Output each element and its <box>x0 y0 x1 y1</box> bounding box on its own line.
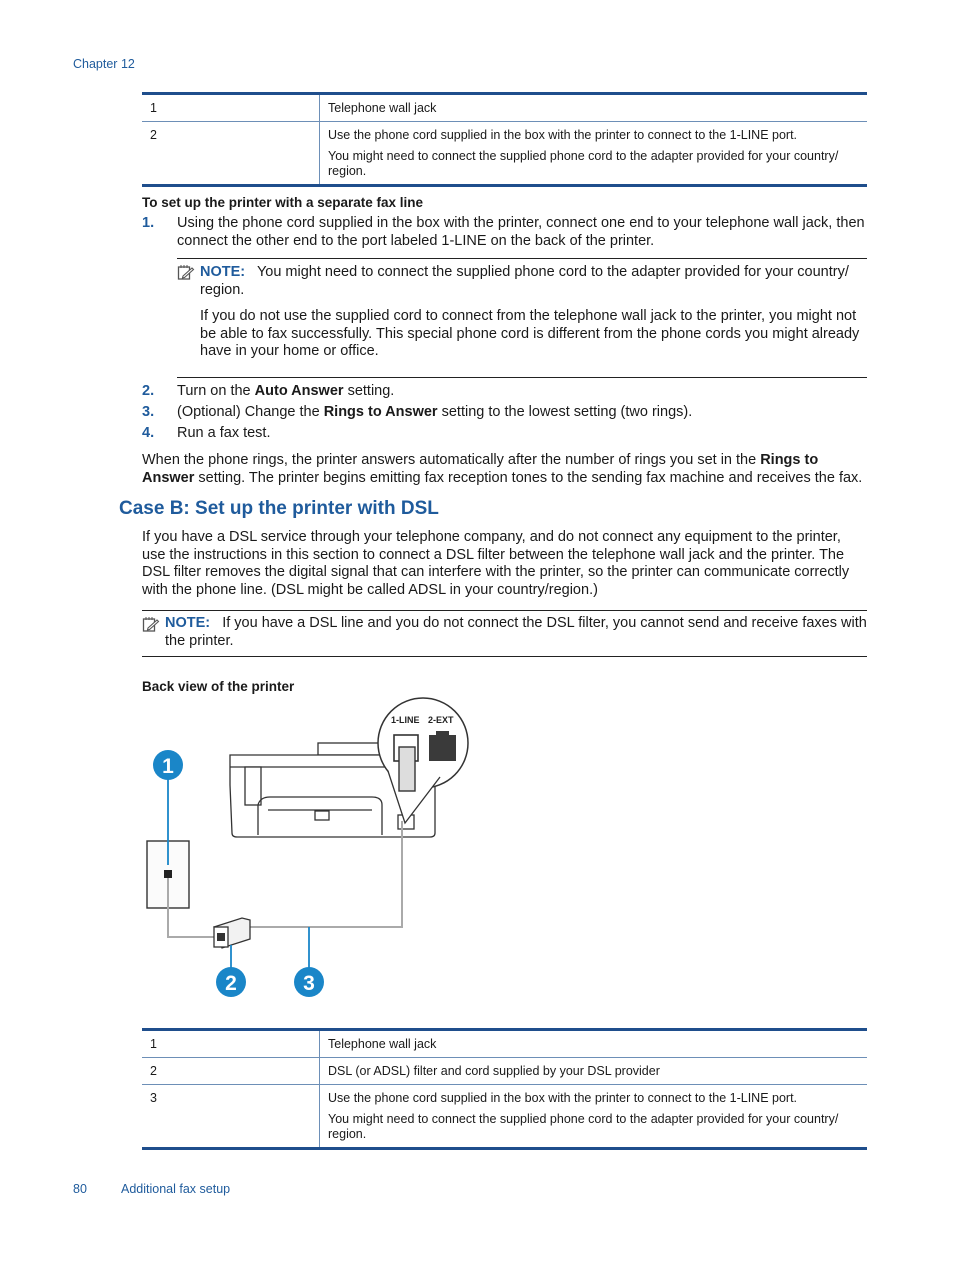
row-description: Telephone wall jack <box>320 1030 868 1058</box>
table-row: 2 DSL (or ADSL) filter and cord supplied… <box>142 1057 867 1085</box>
intro-paragraph: If you have a DSL service through your t… <box>142 529 850 598</box>
figure-title: Back view of the printer <box>142 679 295 694</box>
table-row: 1 Telephone wall jack <box>142 1029 868 1058</box>
text: (Optional) Change the <box>177 404 324 420</box>
callout-1: 1 <box>153 750 183 780</box>
step-text: Turn on the Auto Answer setting. <box>177 383 867 401</box>
note-paragraph: NOTE: If you have a DSL line and you do … <box>165 615 867 650</box>
note-box-2: NOTE: If you have a DSL line and you do … <box>142 610 867 657</box>
row-text: Use the phone cord supplied in the box w… <box>328 1091 798 1105</box>
step-text: (Optional) Change the Rings to Answer se… <box>177 404 867 422</box>
port-label-2-ext: 2-EXT <box>428 715 454 725</box>
step-number: 3. <box>142 404 155 420</box>
page-number: 80 <box>73 1182 87 1196</box>
step-text: Run a fax test. <box>177 425 271 441</box>
row-number: 2 <box>142 1057 320 1085</box>
note-icon <box>177 265 195 280</box>
text: Turn on the <box>177 383 255 399</box>
procedure-title: To set up the printer with a separate fa… <box>142 195 424 210</box>
port-label-1-line: 1-LINE <box>391 715 420 725</box>
row-number: 1 <box>142 1029 320 1058</box>
table-row: 2 Use the phone cord supplied in the box… <box>142 121 867 186</box>
running-head: Chapter 12 <box>73 57 135 71</box>
result-paragraph: When the phone rings, the printer answer… <box>142 452 867 487</box>
row-text: You might need to connect the supplied p… <box>328 149 839 178</box>
callout-2: 2 <box>216 967 246 997</box>
note-text: You might need to connect the supplied p… <box>200 264 849 298</box>
row-description: DSL (or ADSL) filter and cord supplied b… <box>319 1057 867 1085</box>
legend-table-2: 1 Telephone wall jack 2 DSL (or ADSL) fi… <box>142 1028 867 1150</box>
callout-number: 2 <box>225 972 237 995</box>
row-text: DSL (or ADSL) filter and cord supplied b… <box>328 1064 660 1078</box>
text: setting to the lowest setting (two rings… <box>437 404 693 420</box>
printer-back-view-diagram: 1-LINE 2-EXT 1 2 3 <box>146 697 469 997</box>
note-box-1: NOTE: You might need to connect the supp… <box>177 258 867 378</box>
row-text: Telephone wall jack <box>328 1037 437 1051</box>
row-description: Use the phone cord supplied in the box w… <box>319 121 867 186</box>
step-2: 2. Turn on the Auto Answer setting. <box>142 383 867 401</box>
step-3: 3. (Optional) Change the Rings to Answer… <box>142 404 867 422</box>
step-4: 4. Run a fax test. <box>142 425 867 443</box>
row-number: 2 <box>142 121 320 186</box>
setting-name: Auto Answer <box>254 383 344 399</box>
dsl-filter <box>213 917 251 949</box>
callout-3: 3 <box>294 967 324 997</box>
row-description: Use the phone cord supplied in the box w… <box>319 1084 867 1149</box>
legend-table-1: 1 Telephone wall jack 2 Use the phone co… <box>142 92 867 187</box>
step-number: 1. <box>142 215 155 231</box>
row-text: You might need to connect the supplied p… <box>328 1112 839 1141</box>
row-text: Use the phone cord supplied in the box w… <box>328 128 798 142</box>
section-heading: Case B: Set up the printer with DSL <box>119 498 439 519</box>
callout-number: 1 <box>162 755 174 778</box>
row-text: Telephone wall jack <box>328 101 437 115</box>
table-row: 1 Telephone wall jack <box>142 93 868 122</box>
text: setting. The printer begins emitting fax… <box>194 469 863 486</box>
text: setting. <box>343 383 395 399</box>
callout-number: 3 <box>303 972 315 995</box>
step-text: Using the phone cord supplied in the box… <box>177 215 865 249</box>
note-paragraph-2: If you do not use the supplied cord to c… <box>200 308 860 359</box>
note-label: NOTE: <box>165 615 211 631</box>
step-1: 1. Using the phone cord supplied in the … <box>142 215 867 250</box>
note-icon <box>142 617 160 632</box>
setting-name: Rings to Answer <box>323 404 438 420</box>
text: When the phone rings, the printer answer… <box>142 452 761 468</box>
table-row: 3 Use the phone cord supplied in the box… <box>142 1084 867 1149</box>
row-description: Telephone wall jack <box>320 94 868 122</box>
note-label: NOTE: <box>200 264 246 280</box>
note-text: If you have a DSL line and you do not co… <box>165 615 867 649</box>
note-paragraph: NOTE: You might need to connect the supp… <box>200 264 867 299</box>
step-number: 2. <box>142 383 155 399</box>
step-number: 4. <box>142 425 155 441</box>
footer-section: Additional fax setup <box>121 1182 231 1196</box>
row-number: 3 <box>142 1084 320 1149</box>
row-number: 1 <box>142 93 320 122</box>
phone-cords <box>167 821 403 938</box>
